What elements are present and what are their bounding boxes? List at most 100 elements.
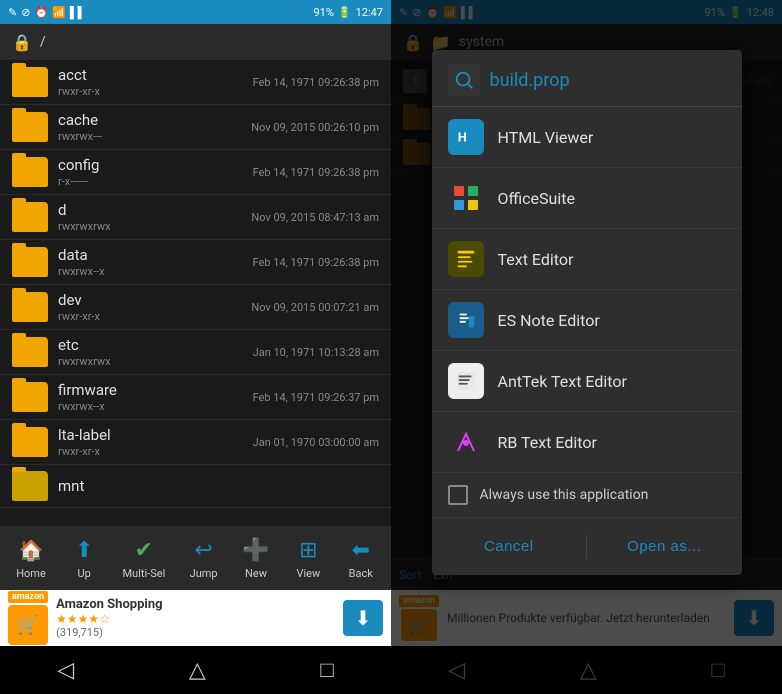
up-icon: ⬆ <box>70 536 98 564</box>
lock-icon: 🔒 <box>12 33 32 52</box>
folder-icon <box>12 112 48 142</box>
folder-icon <box>12 337 48 367</box>
file-date: Nov 09, 2015 00:07:21 am <box>251 301 379 314</box>
folder-icon <box>12 292 48 322</box>
left-nav-bar: ◁ △ □ <box>0 646 391 694</box>
option-officesuite[interactable]: OfficeSuite <box>432 168 742 229</box>
toolbar-new-label: New <box>245 567 267 580</box>
es-note-label: ES Note Editor <box>498 311 600 330</box>
list-item[interactable]: acct rwxr-xr-x Feb 14, 1971 09:26:38 pm <box>0 60 391 105</box>
toolbar-new[interactable]: ➕ New <box>234 532 278 584</box>
toolbar-home-label: Home <box>16 567 46 580</box>
open-as-button[interactable]: Open as... <box>587 526 742 567</box>
folder-icon <box>12 471 48 501</box>
file-perms: rwxrwx--x <box>58 265 243 278</box>
list-item[interactable]: data rwxrwx--x Feb 14, 1971 09:26:38 pm <box>0 240 391 285</box>
text-editor-label: Text Editor <box>498 250 574 269</box>
list-item[interactable]: mnt <box>0 465 391 508</box>
toolbar-up-label: Up <box>78 567 91 580</box>
alarm-icon: ⏰ <box>34 6 48 19</box>
list-item[interactable]: lta-label rwxr-xr-x Jan 01, 1970 03:00:0… <box>0 420 391 465</box>
dialog-buttons: Cancel Open as... <box>432 518 742 575</box>
folder-icon <box>12 247 48 277</box>
file-perms: rwxrwx--- <box>58 130 241 143</box>
edit-icon: ✎ <box>8 6 17 19</box>
toolbar-jump-label: Jump <box>190 567 218 580</box>
option-html-viewer[interactable]: H HTML Viewer <box>432 107 742 168</box>
left-ad-bar[interactable]: amazon 🛒 Amazon Shopping ★★★★☆ (319,715)… <box>0 590 391 646</box>
wifi-icon: 📶 <box>52 6 66 19</box>
back-icon: ⬅ <box>347 536 375 564</box>
option-anttek-text-editor[interactable]: AntTek Text Editor <box>432 351 742 412</box>
list-item[interactable]: cache rwxrwx--- Nov 09, 2015 00:26:10 pm <box>0 105 391 150</box>
list-item[interactable]: config r-x------ Feb 14, 1971 09:26:38 p… <box>0 150 391 195</box>
list-item[interactable]: d rwxrwxrwx Nov 09, 2015 08:47:13 am <box>0 195 391 240</box>
toolbar-view[interactable]: ⊞ View <box>286 532 330 584</box>
option-rb-text-editor[interactable]: RB Text Editor <box>432 412 742 473</box>
toolbar-jump[interactable]: ↩ Jump <box>182 532 226 584</box>
file-name: d <box>58 201 241 219</box>
amazon-label: amazon <box>8 591 48 603</box>
folder-icon <box>12 202 48 232</box>
list-item[interactable]: etc rwxrwxrwx Jan 10, 1971 10:13:28 am <box>0 330 391 375</box>
signal-icon: ▌▌ <box>70 6 86 19</box>
cancel-button[interactable]: Cancel <box>432 526 587 567</box>
toolbar-home[interactable]: 🏠 Home <box>8 532 54 584</box>
view-icon: ⊞ <box>294 536 322 564</box>
file-name: config <box>58 156 243 174</box>
left-panel: ✎ ⊘ ⏰ 📶 ▌▌ 91% 🔋 12:47 🔒 / acct rwxr-xr-… <box>0 0 391 694</box>
new-icon: ➕ <box>242 536 270 564</box>
dialog-title-text: build.prop <box>490 70 570 91</box>
file-perms: rwxr-xr-x <box>58 85 243 98</box>
status-icons-right: 91% 🔋 12:47 <box>313 6 383 19</box>
es-note-icon <box>448 302 484 338</box>
file-perms: rwxrwx--x <box>58 400 243 413</box>
html-viewer-label: HTML Viewer <box>498 128 594 147</box>
file-perms: rwxrwxrwx <box>58 355 243 368</box>
always-use-row[interactable]: Always use this application <box>432 473 742 518</box>
anttek-icon <box>448 363 484 399</box>
ad-download-button[interactable]: ⬇ <box>343 600 383 636</box>
file-name: data <box>58 246 243 264</box>
toolbar-multisel[interactable]: ✔ Multi-Sel <box>115 532 174 584</box>
list-item[interactable]: dev rwxr-xr-x Nov 09, 2015 00:07:21 am <box>0 285 391 330</box>
back-nav-button[interactable]: ◁ <box>37 650 94 691</box>
open-with-dialog: build.prop H HTML Viewer <box>432 50 742 575</box>
status-icons-left: ✎ ⊘ ⏰ 📶 ▌▌ <box>8 6 85 19</box>
folder-icon <box>12 382 48 412</box>
list-item[interactable]: firmware rwxrwx--x Feb 14, 1971 09:26:37… <box>0 375 391 420</box>
toolbar-back-label: Back <box>349 567 373 580</box>
file-perms: r-x------ <box>58 175 243 188</box>
ad-reviews: (319,715) <box>56 626 335 639</box>
toolbar-back[interactable]: ⬅ Back <box>339 532 383 584</box>
ad-logo: 🛒 <box>8 605 48 645</box>
recents-nav-button[interactable]: □ <box>300 649 353 691</box>
anttek-label: AntTek Text Editor <box>498 372 627 391</box>
left-file-list[interactable]: acct rwxr-xr-x Feb 14, 1971 09:26:38 pm … <box>0 60 391 526</box>
file-perms: rwxr-xr-x <box>58 445 243 458</box>
svg-text:H: H <box>457 131 466 146</box>
toolbar-up[interactable]: ⬆ Up <box>62 532 106 584</box>
battery-icon: 🔋 <box>338 6 352 19</box>
file-perms: rwxr-xr-x <box>58 310 241 323</box>
file-date: Nov 09, 2015 00:26:10 pm <box>251 121 379 134</box>
file-date: Jan 10, 1971 10:13:28 am <box>253 346 379 359</box>
rb-icon <box>448 424 484 460</box>
option-text-editor[interactable]: Text Editor <box>432 229 742 290</box>
toolbar-view-label: View <box>296 567 320 580</box>
file-date: Feb 14, 1971 09:26:37 pm <box>253 391 379 404</box>
battery-percent: 91% <box>313 6 333 19</box>
officesuite-label: OfficeSuite <box>498 189 575 208</box>
file-name: lta-label <box>58 426 243 444</box>
dialog-title-bar: build.prop <box>432 50 742 107</box>
always-use-checkbox[interactable] <box>448 485 468 505</box>
notification-icon: ⊘ <box>21 6 30 19</box>
html-viewer-icon: H <box>448 119 484 155</box>
option-es-note-editor[interactable]: ES Note Editor <box>432 290 742 351</box>
file-name: acct <box>58 66 243 84</box>
file-name: dev <box>58 291 241 309</box>
home-nav-button[interactable]: △ <box>169 650 226 691</box>
home-icon: 🏠 <box>17 536 45 564</box>
file-perms: rwxrwxrwx <box>58 220 241 233</box>
toolbar-multisel-label: Multi-Sel <box>123 567 166 580</box>
